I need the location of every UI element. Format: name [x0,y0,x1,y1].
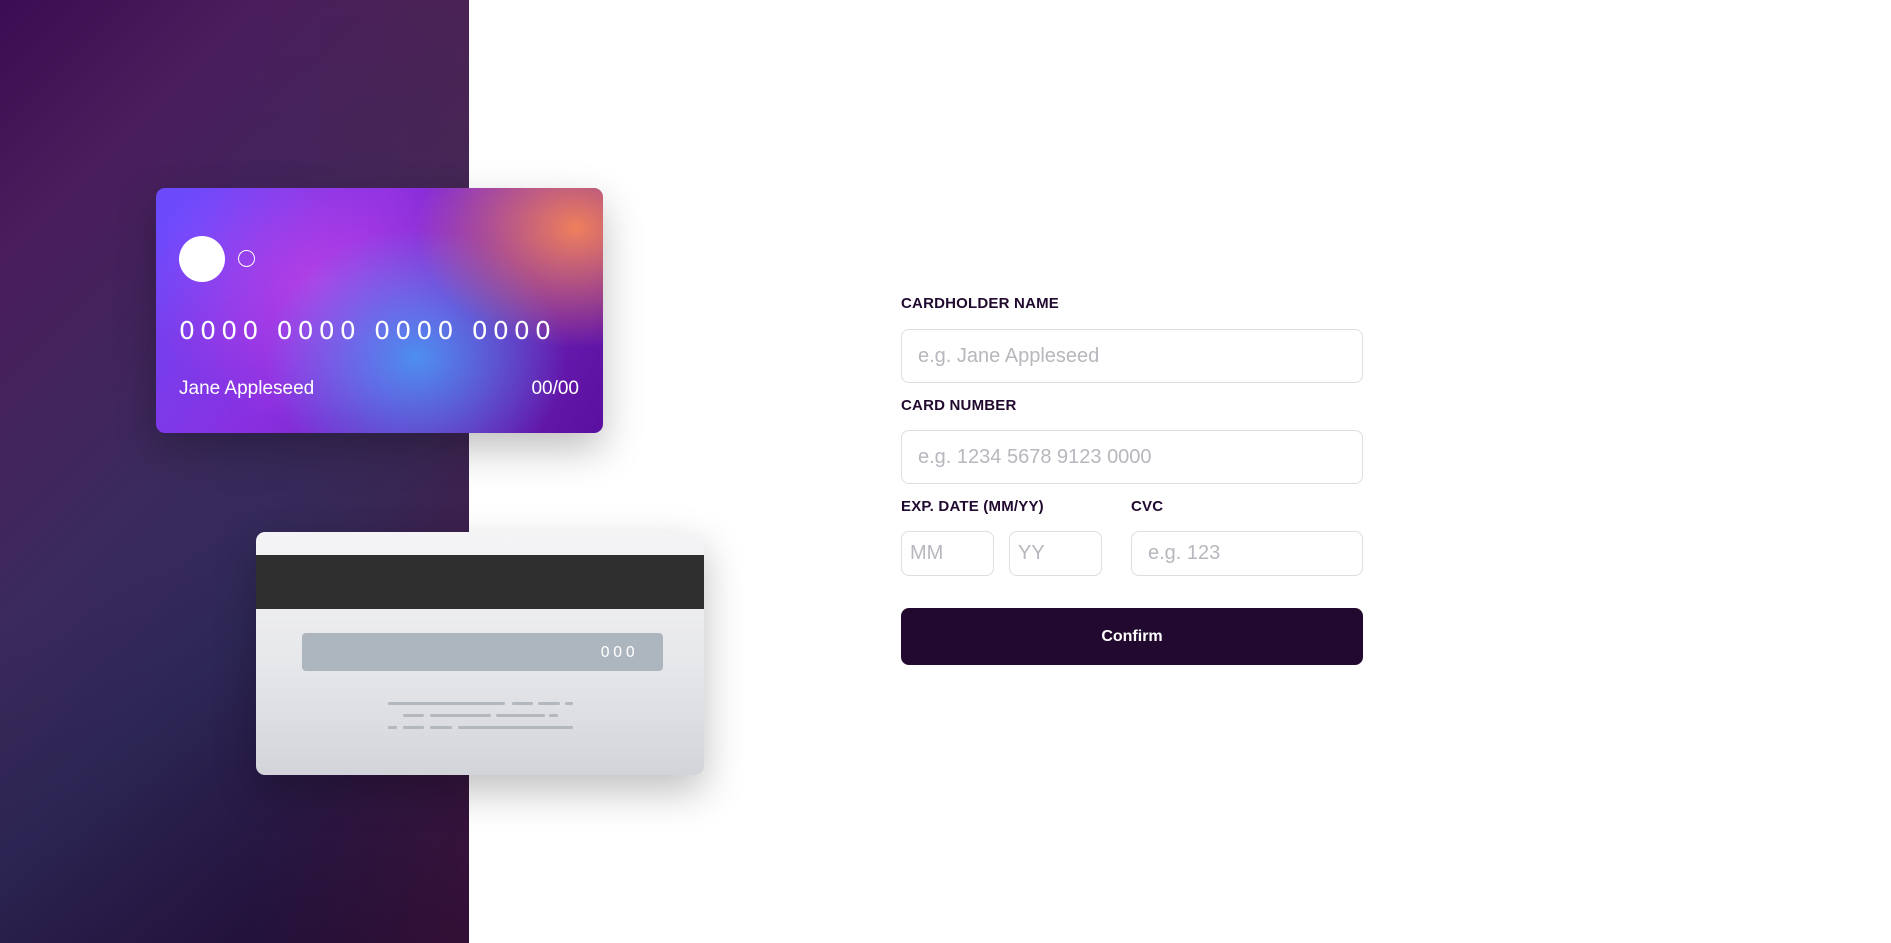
card-cvc-display: 000 [600,643,638,661]
card-logo-circle-large [179,236,225,282]
exp-month-input[interactable] [901,531,994,576]
magnetic-stripe [256,555,704,609]
cardholder-name-label: CARDHOLDER NAME [901,295,1059,312]
card-front: 0000 0000 0000 0000 Jane Appleseed 00/00 [156,188,603,433]
side-panel-background [0,0,469,943]
card-back: 000 [256,532,704,775]
cardholder-name-display: Jane Appleseed [179,378,315,399]
confirm-button[interactable]: Confirm [901,608,1363,665]
exp-year-input[interactable] [1009,531,1102,576]
card-number-display: 0000 0000 0000 0000 [179,316,557,345]
cvc-input[interactable] [1131,531,1363,576]
card-expiry-display: 00/00 [531,378,579,399]
page: 0000 0000 0000 0000 Jane Appleseed 00/00… [0,0,1891,943]
card-fineprint [256,702,704,742]
card-number-label: CARD NUMBER [901,397,1017,414]
exp-date-label: EXP. DATE (MM/YY) [901,498,1044,515]
signature-strip: 000 [302,633,663,671]
cvc-label: CVC [1131,498,1164,515]
cardholder-name-input[interactable] [901,329,1363,383]
card-logo-circle-small [238,250,255,267]
card-number-input[interactable] [901,430,1363,484]
